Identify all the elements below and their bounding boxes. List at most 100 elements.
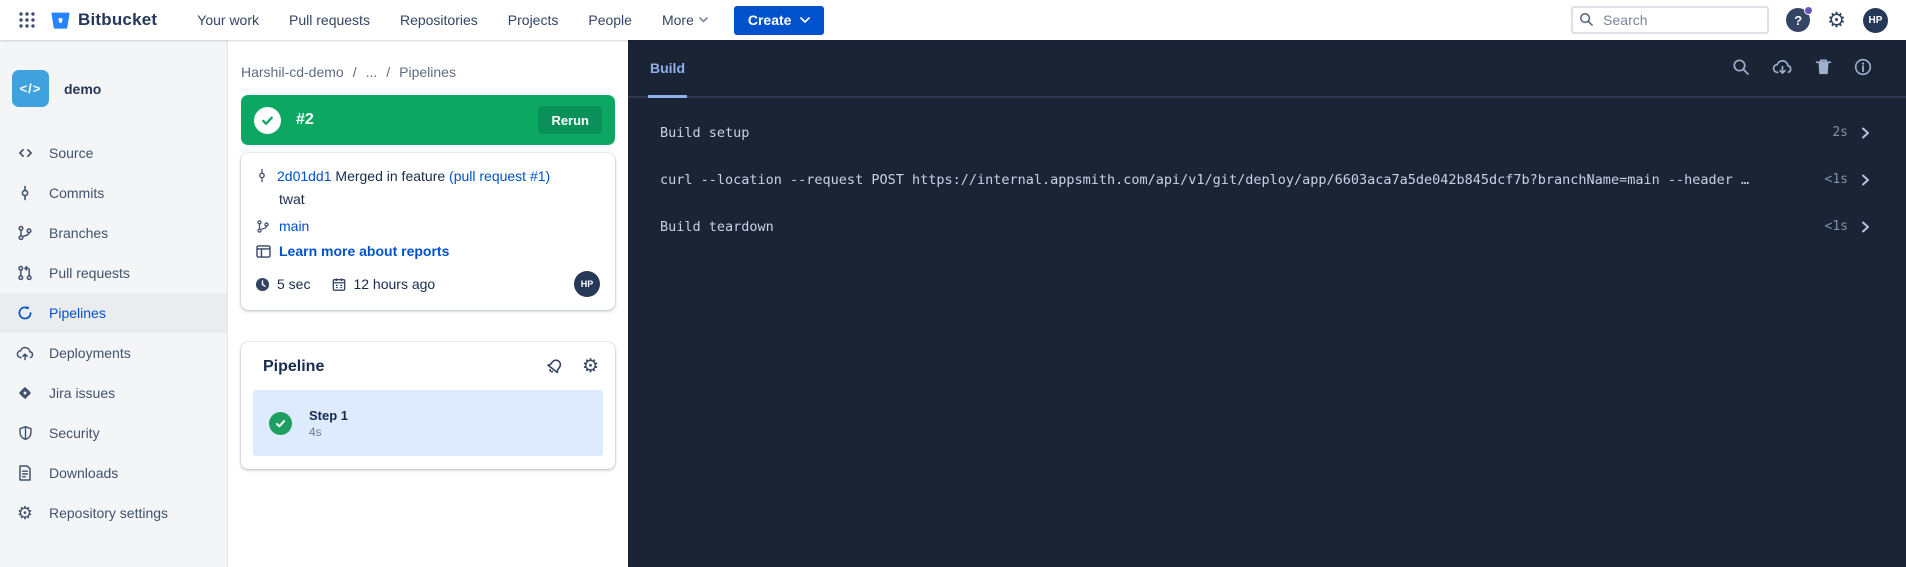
repo-header[interactable]: </> demo <box>0 70 227 107</box>
log-tabbar: Build <box>628 40 1906 98</box>
jira-diamond-icon <box>14 385 36 401</box>
rerun-button[interactable]: Rerun <box>538 106 602 134</box>
pipeline-card-title: Pipeline <box>263 358 324 376</box>
pipeline-settings-gear-icon[interactable]: ⚙ <box>582 357 599 376</box>
chevron-right-icon[interactable] <box>1861 221 1870 233</box>
chevron-right-icon[interactable] <box>1861 127 1870 139</box>
nav-people[interactable]: People <box>588 12 632 28</box>
brand-wordmark: Bitbucket <box>78 10 157 30</box>
sidebar-item-pipelines[interactable]: Pipelines <box>0 293 227 333</box>
nav-your-work[interactable]: Your work <box>197 12 259 28</box>
bitbucket-bucket-icon <box>50 10 71 31</box>
log-row-duration: 2s <box>1820 125 1848 140</box>
breadcrumb-repo[interactable]: Harshil-cd-demo <box>241 64 344 80</box>
nav-projects[interactable]: Projects <box>508 12 559 28</box>
repo-sidebar: </> demo Source Commits Branches P <box>0 40 228 567</box>
sidebar-item-commits[interactable]: Commits <box>0 173 227 213</box>
step-name: Step 1 <box>309 408 348 423</box>
app-switcher-icon[interactable] <box>14 7 40 33</box>
trash-icon[interactable] <box>1815 58 1832 76</box>
shield-icon <box>14 425 36 441</box>
user-avatar[interactable]: HP <box>1863 8 1888 33</box>
chevron-down-icon <box>800 17 810 23</box>
sidebar-item-label: Downloads <box>49 465 118 481</box>
sidebar-item-downloads[interactable]: Downloads <box>0 453 227 493</box>
pull-request-link[interactable]: (pull request #1) <box>449 168 550 184</box>
log-row-duration: <1s <box>1820 172 1848 187</box>
settings-gear-icon[interactable]: ⚙ <box>1827 10 1846 31</box>
pipeline-number: #2 <box>296 111 314 129</box>
nav-more-label: More <box>662 12 694 28</box>
branch-link[interactable]: main <box>279 218 309 234</box>
tab-build[interactable]: Build <box>648 40 687 98</box>
branch-line: main <box>255 218 600 234</box>
download-logs-cloud-icon[interactable] <box>1772 58 1793 76</box>
bitbucket-logo[interactable]: Bitbucket <box>50 10 157 31</box>
log-row-text: Build setup <box>660 125 1806 141</box>
log-search-icon[interactable] <box>1732 58 1750 76</box>
create-button-label: Create <box>748 12 792 28</box>
sidebar-item-branches[interactable]: Branches <box>0 213 227 253</box>
commit-message-text: Merged in feature <box>335 168 445 184</box>
sidebar-item-security[interactable]: Security <box>0 413 227 453</box>
step-success-check-icon <box>269 412 292 435</box>
log-row-curl-command[interactable]: curl --location --request POST https://i… <box>660 156 1870 203</box>
sidebar-item-deployments[interactable]: Deployments <box>0 333 227 373</box>
sidebar-item-jira-issues[interactable]: Jira issues <box>0 373 227 413</box>
sidebar-item-label: Repository settings <box>49 505 168 521</box>
author-avatar[interactable]: HP <box>574 271 600 297</box>
breadcrumb-current: Pipelines <box>399 64 456 80</box>
sidebar-item-label: Jira issues <box>49 385 115 401</box>
pipeline-duration: 5 sec <box>277 276 310 292</box>
success-check-icon <box>254 107 281 134</box>
bell-icon[interactable] <box>546 358 563 375</box>
nav-repositories[interactable]: Repositories <box>400 12 478 28</box>
pipeline-summary-panel: Harshil-cd-demo / ... / Pipelines #2 Rer… <box>228 40 628 567</box>
search-box <box>1571 6 1769 34</box>
nav-pull-requests[interactable]: Pull requests <box>289 12 370 28</box>
breadcrumb-ellipsis[interactable]: ... <box>366 64 378 80</box>
help-button[interactable]: ? <box>1786 8 1810 32</box>
sidebar-item-label: Branches <box>49 225 108 241</box>
reports-line: Learn more about reports <box>255 243 600 259</box>
log-rows: Build setup 2s curl --location --request… <box>628 98 1906 250</box>
sidebar-item-label: Pipelines <box>49 305 106 321</box>
sidebar-item-label: Security <box>49 425 100 441</box>
info-icon[interactable] <box>1854 58 1872 76</box>
commit-info-card: 2d01dd1 Merged in feature (pull request … <box>241 153 615 310</box>
sidebar-item-label: Source <box>49 145 93 161</box>
sidebar-item-source[interactable]: Source <box>0 133 227 173</box>
gear-icon: ⚙ <box>14 504 36 522</box>
repo-name: demo <box>64 81 101 97</box>
pipeline-step-row[interactable]: Step 1 4s <box>253 390 603 456</box>
create-button[interactable]: Create <box>734 6 825 35</box>
repo-avatar: </> <box>12 70 49 107</box>
nav-more-dropdown[interactable]: More <box>662 12 708 28</box>
pipeline-card-actions: ⚙ <box>546 357 599 376</box>
sidebar-item-label: Deployments <box>49 345 131 361</box>
learn-more-reports-link[interactable]: Learn more about reports <box>279 243 449 259</box>
search-input[interactable] <box>1571 6 1769 34</box>
branch-icon <box>255 219 271 234</box>
log-toolbar <box>1732 38 1872 96</box>
search-icon <box>1579 12 1594 27</box>
log-row-build-teardown[interactable]: Build teardown <1s <box>660 203 1870 250</box>
sidebar-item-label: Pull requests <box>49 265 130 281</box>
sidebar-item-label: Commits <box>49 185 104 201</box>
cloud-upload-icon <box>14 345 36 361</box>
chevron-down-icon <box>699 17 708 23</box>
report-icon <box>255 245 271 258</box>
commit-hash-link[interactable]: 2d01dd1 <box>277 168 332 184</box>
pipelines-icon <box>14 305 36 321</box>
pipeline-card-header: Pipeline ⚙ <box>253 357 603 376</box>
notification-dot <box>1804 6 1813 15</box>
sidebar-item-repository-settings[interactable]: ⚙ Repository settings <box>0 493 227 533</box>
code-icon <box>14 145 36 161</box>
sidebar-item-pull-requests[interactable]: Pull requests <box>0 253 227 293</box>
breadcrumb: Harshil-cd-demo / ... / Pipelines <box>241 64 615 80</box>
log-row-build-setup[interactable]: Build setup 2s <box>660 109 1870 156</box>
pull-request-icon <box>14 265 36 281</box>
chevron-right-icon[interactable] <box>1861 174 1870 186</box>
time-ago: 12 hours ago <box>353 276 435 292</box>
primary-nav: Your work Pull requests Repositories Pro… <box>197 12 708 28</box>
